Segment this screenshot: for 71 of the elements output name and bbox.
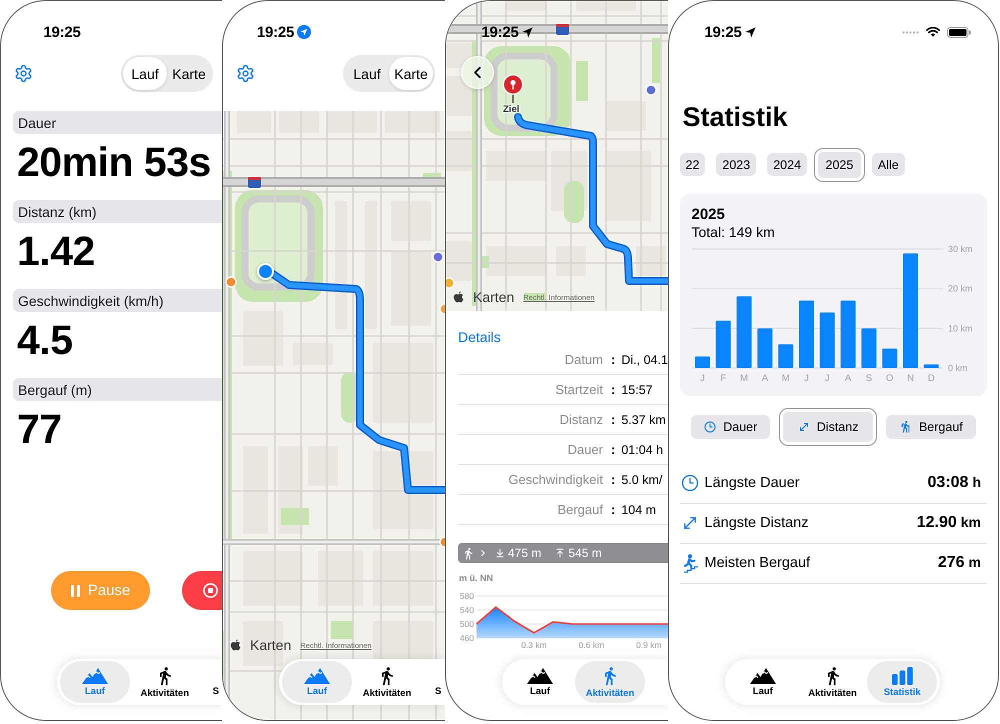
year-chip[interactable]: Alle <box>872 153 905 176</box>
axis-tick-label: 20 km <box>948 284 972 294</box>
axis-tick-label: 0.9 km <box>636 640 662 650</box>
axis-tick-label: 10 km <box>948 323 972 334</box>
metric-label: Distanz (km) <box>13 200 222 223</box>
mountains-icon <box>82 667 108 684</box>
axis-tick-label: 0.6 km <box>578 640 604 650</box>
tab-item[interactable]: S <box>422 661 442 703</box>
card-title: 2025 <box>692 206 725 224</box>
year-chip[interactable]: 2025 <box>814 148 865 182</box>
axis-tick-label: M <box>740 373 748 384</box>
metric-value: 1.42 <box>17 228 95 274</box>
settings-icon[interactable] <box>14 64 33 83</box>
record-value: 03:08 h <box>928 474 981 492</box>
metric-label: Bergauf (m) <box>13 378 222 401</box>
year-chip[interactable]: 2024 <box>767 153 808 176</box>
metric-label: Dauer <box>13 111 222 134</box>
axis-tick-label: D <box>927 373 934 384</box>
hiker-icon <box>898 420 912 433</box>
mountains-icon <box>304 667 330 684</box>
year-chip[interactable]: 2023 <box>716 153 756 176</box>
tab-item[interactable]: Aktivitäten <box>352 661 422 703</box>
attribution-label: Karten <box>250 637 292 653</box>
card-total: Total: 149 km <box>692 224 775 241</box>
axis-tick-label: A <box>761 373 768 384</box>
status-time: 19:25 <box>43 24 81 40</box>
metric-button[interactable]: Dauer <box>691 414 770 438</box>
mountains-icon <box>527 667 553 684</box>
record-label: Längste Distanz <box>704 515 808 531</box>
tab-item[interactable]: S <box>200 661 219 703</box>
axis-tick-label: S <box>865 373 872 384</box>
record-label: Meisten Bergauf <box>704 555 810 571</box>
metric-button[interactable]: Distanz <box>779 408 877 446</box>
year-chip[interactable]: 22 <box>680 153 706 176</box>
record-value: 276 m <box>938 554 981 572</box>
page-title: Statistik <box>682 101 788 133</box>
axis-tick-label: J <box>824 373 830 384</box>
axis-tick-label: A <box>844 373 851 384</box>
segment-tab[interactable]: Karte <box>167 57 211 90</box>
stop-button[interactable] <box>182 571 222 610</box>
bar-chart-icon <box>892 666 913 684</box>
record-label: Längste Dauer <box>704 475 800 491</box>
metric-label: Geschwindigkeit (km/h) <box>13 289 222 312</box>
stop-icon <box>203 583 218 598</box>
mountains-icon <box>750 667 776 684</box>
clock-icon <box>704 420 716 432</box>
tab-item[interactable]: Aktivitäten <box>798 661 868 703</box>
axis-tick-label: O <box>886 373 893 384</box>
record-value: 12.90 km <box>916 514 981 532</box>
clock-icon <box>680 474 698 492</box>
axis-tick-label: 30 km <box>948 244 972 254</box>
axis-tick-label: M <box>781 373 790 384</box>
diagonal-arrows-icon <box>798 420 810 432</box>
axis-tick-label: J <box>700 373 704 384</box>
metric-button[interactable]: Bergauf <box>886 414 976 438</box>
segment-tab[interactable]: Lauf <box>123 57 167 90</box>
location-icon <box>744 26 756 38</box>
metric-value: 77 <box>17 406 62 452</box>
axis-tick-label: N <box>906 373 914 384</box>
tab-item[interactable]: Aktivitäten <box>130 661 200 703</box>
status-time: 19:25 <box>704 24 742 40</box>
tab-item[interactable]: Lauf <box>728 661 798 703</box>
pause-icon <box>70 584 80 596</box>
axis-tick-label: 0 km <box>948 363 968 373</box>
axis-tick-label: J <box>804 373 808 384</box>
metric-value: 4.5 <box>17 317 72 363</box>
apple-icon <box>230 638 241 652</box>
tab-item[interactable]: Lauf <box>505 661 575 703</box>
axis-tick-label: F <box>720 373 726 384</box>
metric-value: 20min 53s <box>17 139 211 185</box>
axis-tick-label: 0.3 km <box>521 640 547 650</box>
